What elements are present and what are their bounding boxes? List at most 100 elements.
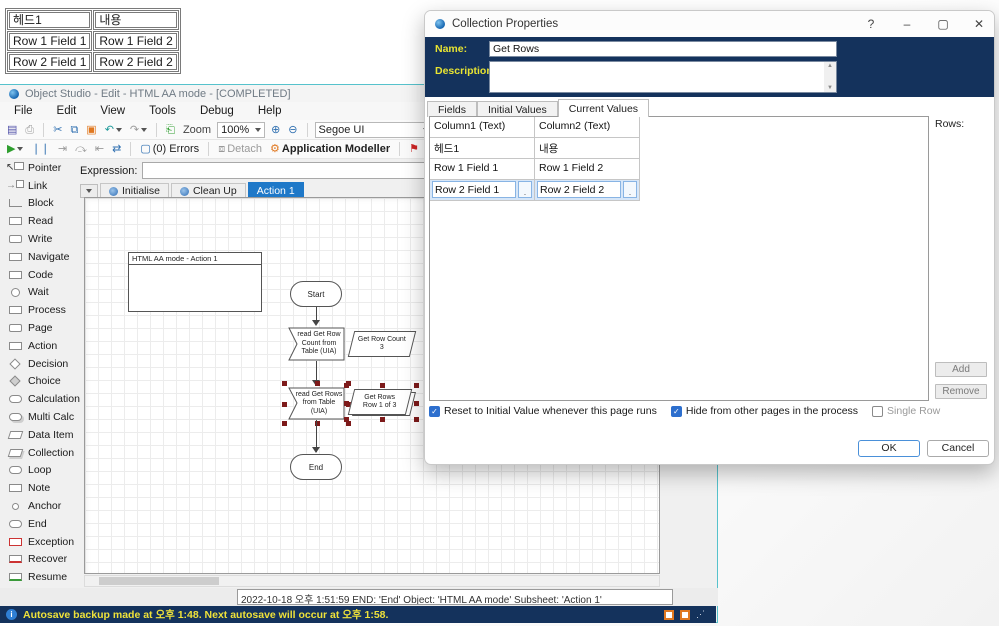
option-checkbox[interactable]: ✓ Hide from other pages in the process xyxy=(671,405,858,417)
paste-button[interactable]: ▣ xyxy=(84,123,98,137)
maximize-button[interactable]: ▢ xyxy=(936,17,950,31)
cancel-button[interactable]: Cancel xyxy=(927,440,989,457)
resize-grip-icon[interactable]: ⋰ xyxy=(696,609,706,620)
option-checkbox[interactable]: Single Row xyxy=(872,405,940,417)
redo-button[interactable]: ↷ xyxy=(128,123,149,137)
toolbox-item[interactable]: Code xyxy=(2,266,78,284)
grid-cell[interactable]: Row 1 Field 1 xyxy=(430,159,535,180)
scroll-down-icon[interactable]: ▼ xyxy=(827,85,833,91)
font-select[interactable]: Segoe UI xyxy=(315,122,433,138)
menu-item[interactable]: Debug xyxy=(200,105,234,117)
tab-initial-values[interactable]: Initial Values xyxy=(477,101,558,117)
breakpoint-flag-button[interactable]: ⚑ xyxy=(407,142,421,156)
minimize-button[interactable]: – xyxy=(900,17,914,31)
toolbox-item[interactable]: Calculation xyxy=(2,390,78,408)
grid-cell[interactable]: Row 1 Field 2 xyxy=(535,159,640,180)
menu-item[interactable]: Edit xyxy=(57,105,77,117)
toolbox-item[interactable]: Decision xyxy=(2,355,78,373)
selection-handles[interactable] xyxy=(346,385,417,420)
option-checkbox[interactable]: ✓ Reset to Initial Value whenever this p… xyxy=(429,405,657,417)
toolbox-item[interactable]: Write xyxy=(2,230,78,248)
errors-button[interactable]: ▢(0) Errors xyxy=(138,142,201,156)
zoom-select[interactable]: 100% xyxy=(217,122,265,138)
step-over-button[interactable]: ⤼ xyxy=(73,142,89,156)
export-page-button[interactable]: ⎗ xyxy=(164,123,177,137)
toolbox-item[interactable]: Read xyxy=(2,212,78,230)
menu-item[interactable]: File xyxy=(14,105,33,117)
play-button[interactable]: ▶ xyxy=(5,142,25,156)
grid-row[interactable]: Row 1 Field 1 Row 1 Field 2 xyxy=(430,159,928,180)
start-stage[interactable]: Start xyxy=(290,281,342,307)
toolbox-item[interactable]: Loop xyxy=(2,462,78,480)
pause-button[interactable]: ❘❘ xyxy=(29,142,51,156)
step-in-button[interactable]: ⇥ xyxy=(56,142,69,156)
print-button[interactable]: ⎙ xyxy=(23,123,36,137)
tab-clean-up[interactable]: Clean Up xyxy=(171,183,246,198)
toolbox-item[interactable]: Page xyxy=(2,319,78,337)
checkbox-icon[interactable]: ✓ xyxy=(429,406,440,417)
toolbox-item[interactable]: Wait xyxy=(2,284,78,302)
note-stage[interactable]: HTML AA mode - Action 1 xyxy=(128,252,262,312)
toolbox-item[interactable]: Note xyxy=(2,479,78,497)
table-cell[interactable]: Row 1 Field 2 xyxy=(95,33,176,49)
table-cell[interactable]: Row 2 Field 1 xyxy=(9,54,90,70)
toolbox-item[interactable]: Data Item xyxy=(2,426,78,444)
toolbox-item[interactable]: Choice xyxy=(2,373,78,391)
toolbox-item[interactable]: Anchor xyxy=(2,497,78,515)
document-status-icon[interactable] xyxy=(664,610,674,620)
menu-item[interactable]: View xyxy=(100,105,125,117)
undo-button[interactable]: ↶ xyxy=(103,123,124,137)
tab-list-dropdown[interactable] xyxy=(80,184,98,198)
save-button[interactable]: ▤ xyxy=(5,123,19,137)
selection-handles[interactable] xyxy=(284,383,349,424)
cell-edit-input[interactable] xyxy=(537,181,621,198)
toolbox-item[interactable]: Recover xyxy=(2,551,78,569)
toolbox-item[interactable]: End xyxy=(2,515,78,533)
detach-button[interactable]: ⧈Detach xyxy=(216,142,264,156)
grid-cell[interactable]: 헤드1 xyxy=(430,138,535,159)
tab-action-1[interactable]: Action 1 xyxy=(248,182,304,198)
close-button[interactable]: ✕ xyxy=(972,17,986,31)
toolbox-item[interactable]: Collection xyxy=(2,444,78,462)
cut-button[interactable]: ✂ xyxy=(51,123,64,137)
document-search-icon[interactable] xyxy=(680,610,690,620)
zoom-out-button[interactable]: ⊖ xyxy=(286,123,299,137)
chevron-down-icon[interactable] xyxy=(141,128,147,132)
cell-expand-button[interactable]: . xyxy=(623,181,637,198)
grid-column-header[interactable]: Column2 (Text) xyxy=(535,117,640,138)
chevron-down-icon[interactable] xyxy=(17,147,23,151)
data-item-get-row-count[interactable]: Get Row Count3 xyxy=(348,331,416,357)
step-out-button[interactable]: ⇤ xyxy=(93,142,106,156)
table-cell[interactable]: Row 1 Field 1 xyxy=(9,33,90,49)
checkbox-icon[interactable] xyxy=(872,406,883,417)
ok-button[interactable]: OK xyxy=(858,440,920,457)
canvas-horizontal-scrollbar[interactable] xyxy=(84,575,660,587)
toolbox-item[interactable]: Navigate xyxy=(2,248,78,266)
table-header-cell[interactable]: 헤드1 xyxy=(9,12,90,28)
toolbox-item[interactable]: Process xyxy=(2,301,78,319)
zoom-in-button[interactable]: ⊕ xyxy=(269,123,282,137)
toolbox-item[interactable]: Block xyxy=(2,195,78,213)
tab-current-values[interactable]: Current Values xyxy=(558,99,649,117)
textarea-scrollbar[interactable]: ▲▼ xyxy=(824,62,836,92)
scrollbar-thumb[interactable] xyxy=(99,577,219,585)
collection-values-grid[interactable]: Column1 (Text) Column2 (Text) 헤드1 내용 Row… xyxy=(429,116,929,401)
description-textarea[interactable]: ▲▼ xyxy=(489,61,837,93)
grid-column-header[interactable]: Column1 (Text) xyxy=(430,117,535,138)
toolbox-item[interactable]: Pointer xyxy=(2,159,78,177)
help-button[interactable]: ? xyxy=(864,17,878,31)
reset-button[interactable]: ⇄ xyxy=(110,142,123,156)
toolbox-item[interactable]: Action xyxy=(2,337,78,355)
checkbox-icon[interactable]: ✓ xyxy=(671,406,682,417)
scroll-up-icon[interactable]: ▲ xyxy=(827,63,833,69)
cell-edit-input[interactable] xyxy=(432,181,516,198)
grid-row[interactable]: 헤드1 내용 xyxy=(430,138,928,159)
toolbox-item[interactable]: Resume xyxy=(2,568,78,586)
table-header-cell[interactable]: 내용 xyxy=(95,12,176,28)
toolbox-item[interactable]: Link xyxy=(2,177,78,195)
toolbox-item[interactable]: Exception xyxy=(2,533,78,551)
tab-fields[interactable]: Fields xyxy=(427,101,477,117)
chevron-down-icon[interactable] xyxy=(116,128,122,132)
menu-item[interactable]: Tools xyxy=(149,105,176,117)
tab-initialise[interactable]: Initialise xyxy=(100,183,169,198)
